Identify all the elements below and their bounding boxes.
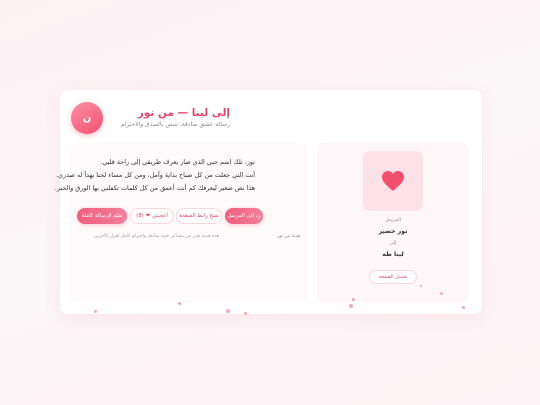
copy-link-button[interactable]: نسخ رابط الصفحة [176, 208, 222, 224]
heart-icon: ❤ [145, 213, 151, 219]
petal-decoration [462, 306, 465, 309]
heart-icon [382, 171, 404, 191]
sender-label: المرسل [385, 218, 401, 223]
sender-avatar: ن [71, 102, 103, 134]
petal-decoration [352, 298, 355, 301]
like-label: أعجبني [152, 213, 168, 219]
message-body: نور، تلك اسم حبي الذي صار يعرف طريقي إلى… [54, 156, 255, 195]
analyze-label: تقيّم الرسالة كاملة [81, 213, 123, 219]
sender-name: نور خضير [378, 228, 408, 235]
like-count: (8) [136, 213, 144, 219]
petal-decoration [349, 304, 353, 308]
petal-decoration [94, 310, 97, 313]
petal-decoration [420, 285, 422, 287]
message-line: نور، تلك اسم حبي الذي صار يعرف طريقي إلى… [100, 158, 255, 166]
petal-decoration [178, 302, 181, 305]
letter-card: ن إلى لينا — من نور رسالة عشق صادقة، تنب… [54, 90, 482, 314]
download-label: تحميل الصفحة [378, 274, 408, 280]
petal-decoration [440, 292, 443, 295]
download-button[interactable]: تحميل الصفحة [369, 270, 417, 284]
petal-decoration [226, 309, 230, 313]
analyze-button[interactable]: تقيّم الرسالة كاملة [77, 208, 127, 224]
reply-button-label: رد إلى المرسل [227, 213, 261, 219]
page-subtitle: رسالة عشق صادقة، تنبض بالصدق والاحترام [120, 121, 230, 128]
message-panel: نور، تلك اسم حبي الذي صار يعرف طريقي إلى… [54, 143, 308, 302]
recipient-label: إلى [389, 241, 397, 246]
page-title: إلى لينا — من نور [137, 107, 230, 119]
recipient-name: لينا طه [382, 251, 404, 258]
heart-tile [363, 151, 423, 211]
reply-button[interactable]: رد إلى المرسل [225, 208, 263, 224]
sender-panel: المرسل نور خضير إلى لينا طه تحميل الصفحة [317, 143, 469, 302]
copy-link-label: نسخ رابط الصفحة [178, 213, 220, 219]
like-button[interactable]: أعجبني ❤ (8) [130, 208, 174, 224]
petal-decoration [244, 312, 247, 315]
footer-note: هذه هدية تعبر عن مشاعر حبية صادقة واحترا… [94, 234, 220, 239]
message-line: أنت التي جعلت من كل صباح بداية وأمل، ومن… [56, 171, 255, 179]
footer-sender: هدية من نور [277, 234, 301, 239]
message-line: هذا نص صغير ليعرفك كم أنت أعمق من كل كلم… [54, 184, 255, 192]
